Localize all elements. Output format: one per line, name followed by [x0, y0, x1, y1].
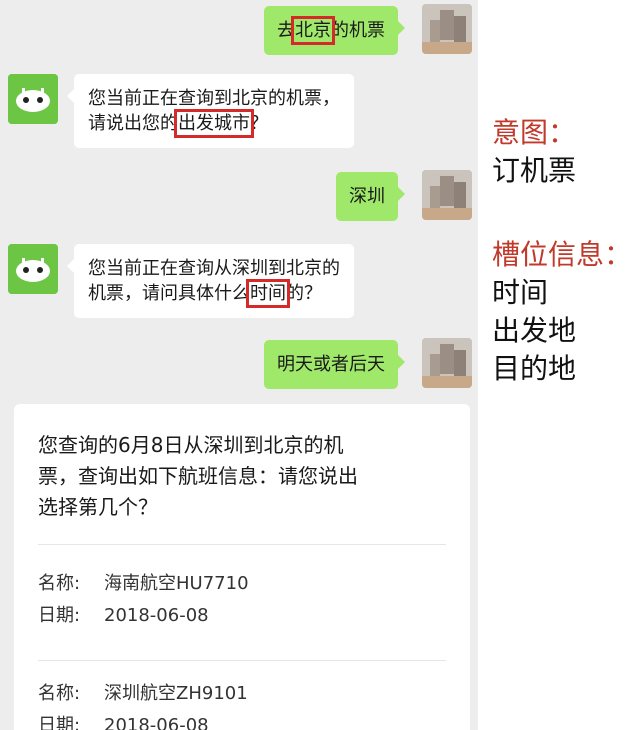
robot-face-icon	[8, 244, 58, 294]
robot-face-icon	[8, 74, 58, 124]
divider	[38, 544, 446, 545]
message-text: 的？	[286, 283, 322, 304]
chat-panel: 去北京的机票 您当前正在查询到北京的机票， 请说出您的出发城市？ 深圳 您当前正…	[0, 0, 478, 730]
intent-heading: 意图：	[492, 116, 577, 149]
message-text: 去	[277, 20, 295, 41]
slots-heading: 槽位信息：	[492, 238, 633, 271]
user-photo-icon	[422, 170, 472, 220]
message-text: 请说出您的	[88, 113, 178, 134]
flight-name: 深圳航空ZH9101	[104, 683, 248, 704]
slot-item: 目的地	[492, 352, 577, 385]
flight-name-label: 名称:	[38, 573, 81, 594]
flight-option[interactable]: 名称: 深圳航空ZH9101 日期: 2018-06-08	[38, 678, 248, 730]
result-message-line: 您查询的6月8日从深圳到北京的机	[38, 433, 344, 457]
intent-value: 订机票	[492, 154, 577, 187]
message-text: ？	[250, 113, 268, 134]
message-text: 机票，请问具体什么	[88, 283, 250, 304]
flight-name: 海南航空HU7710	[104, 573, 249, 594]
intent-annotation: 意图： 订机票	[492, 114, 576, 190]
result-message-line: 选择第几个？	[38, 495, 158, 519]
message-text: 明天或者后天	[277, 354, 385, 375]
message-text: 的机票	[331, 20, 385, 41]
bot-message-bubble[interactable]: 您当前正在查询从深圳到北京的 机票，请问具体什么时间的？	[67, 244, 354, 318]
user-photo-icon	[422, 4, 472, 54]
bot-message-bubble[interactable]: 您当前正在查询到北京的机票， 请说出您的出发城市？	[67, 74, 354, 148]
slots-annotation: 槽位信息： 时间 出发地 目的地	[492, 236, 632, 388]
result-message-line: 票，查询出如下航班信息：请您说出	[38, 464, 358, 488]
flight-date: 2018-06-08	[104, 715, 209, 730]
flight-name-label: 名称:	[38, 683, 81, 704]
bot-avatar[interactable]	[8, 244, 58, 294]
slot-item: 出发地	[492, 314, 577, 347]
user-message-bubble[interactable]: 去北京的机票	[264, 6, 405, 55]
user-message-bubble[interactable]: 明天或者后天	[264, 340, 405, 389]
user-message-bubble[interactable]: 深圳	[336, 172, 405, 221]
result-message: 您查询的6月8日从深圳到北京的机 票，查询出如下航班信息：请您说出 选择第几个？	[38, 430, 438, 523]
message-text: 您当前正在查询到北京的机票，	[88, 88, 340, 109]
highlighted-departure-city: 出发城市	[174, 109, 254, 138]
flight-date-label: 日期:	[38, 605, 81, 626]
slot-item: 时间	[492, 276, 549, 309]
flight-option[interactable]: 名称: 海南航空HU7710 日期: 2018-06-08	[38, 568, 249, 632]
flight-date-label: 日期:	[38, 715, 81, 730]
flight-date: 2018-06-08	[104, 605, 209, 626]
user-avatar[interactable]	[422, 4, 472, 54]
highlighted-destination: 北京	[291, 16, 335, 45]
flight-result-card[interactable]: 您查询的6月8日从深圳到北京的机 票，查询出如下航班信息：请您说出 选择第几个？…	[14, 404, 470, 730]
user-avatar[interactable]	[422, 170, 472, 220]
bot-avatar[interactable]	[8, 74, 58, 124]
user-avatar[interactable]	[422, 338, 472, 388]
divider	[38, 660, 446, 661]
message-text: 深圳	[349, 186, 385, 207]
highlighted-time: 时间	[246, 279, 290, 308]
message-text: 您当前正在查询从深圳到北京的	[88, 258, 340, 279]
user-photo-icon	[422, 338, 472, 388]
